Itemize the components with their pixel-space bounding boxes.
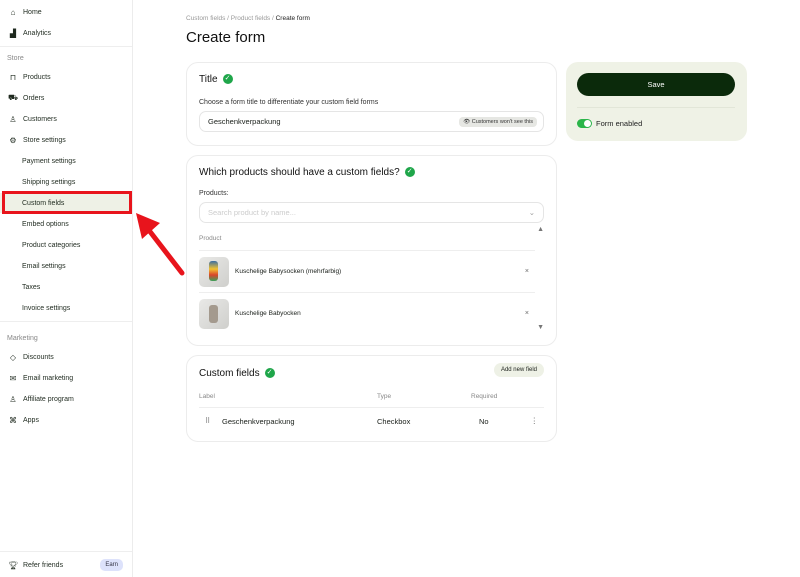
remove-product-button[interactable]: × bbox=[525, 310, 529, 317]
divider bbox=[0, 46, 132, 47]
save-button[interactable]: Save bbox=[577, 73, 735, 96]
hidden-badge: 👁︎ Customers won't see this bbox=[459, 117, 537, 127]
product-thumbnail bbox=[199, 298, 229, 329]
sidebar-item-orders[interactable]: ⛟ Orders bbox=[0, 88, 132, 108]
sidebar-item-discounts[interactable]: ◇ Discounts bbox=[0, 347, 132, 367]
breadcrumb-custom-fields[interactable]: Custom fields bbox=[186, 15, 225, 22]
scroll-down-icon[interactable]: ▼ bbox=[537, 324, 544, 331]
add-new-field-button[interactable]: Add new field bbox=[493, 363, 544, 377]
title-card: Title ✓ Choose a form title to differenti… bbox=[186, 62, 557, 146]
gear-icon: ⚙ bbox=[9, 135, 17, 145]
sidebar-item-products[interactable]: ⊓ Products bbox=[0, 67, 132, 87]
page-title: Create form bbox=[186, 29, 266, 46]
check-icon: ✓ bbox=[264, 368, 275, 379]
check-icon: ✓ bbox=[404, 167, 415, 178]
divider bbox=[0, 551, 132, 552]
product-column-header: Product bbox=[199, 235, 222, 242]
products-label: Products: bbox=[199, 190, 229, 197]
products-card: Which products should have a custom fiel… bbox=[186, 155, 557, 346]
section-store: Store bbox=[7, 55, 24, 62]
mail-icon: ✉ bbox=[9, 373, 17, 383]
sidebar-item-customers[interactable]: ♙ Customers bbox=[0, 109, 132, 129]
title-input[interactable]: Geschenkverpackung 👁︎ Customers won't se… bbox=[199, 111, 544, 132]
field-row[interactable]: ⠿ Geschenkverpackung Checkbox No ⋮ bbox=[199, 408, 544, 436]
product-search-input[interactable]: Search product by name... ⌄ bbox=[199, 202, 544, 223]
sidebar-item-email-marketing[interactable]: ✉ Email marketing bbox=[0, 368, 132, 388]
sidebar-item-affiliate-program[interactable]: ♙ Affiliate program bbox=[0, 389, 132, 409]
divider bbox=[0, 321, 132, 322]
chevron-down-icon: ⌄ bbox=[528, 208, 535, 217]
sidebar-item-store-settings[interactable]: ⚙ Store settings bbox=[0, 130, 132, 150]
breadcrumb-current: Create form bbox=[275, 15, 310, 22]
custom-fields-heading: Custom fields ✓ bbox=[199, 368, 275, 379]
trophy-icon: 🏆︎ bbox=[8, 560, 19, 570]
breadcrumb: Custom fields / Product fields / Create … bbox=[186, 15, 310, 22]
drag-handle-icon[interactable]: ⠿ bbox=[205, 417, 210, 425]
earn-badge: Earn bbox=[100, 559, 123, 571]
product-thumbnail bbox=[199, 256, 229, 287]
divider bbox=[577, 107, 735, 108]
sidebar-item-invoice-settings[interactable]: Invoice settings bbox=[0, 298, 132, 318]
user-plus-icon: ♙ bbox=[9, 394, 17, 404]
sidebar-item-apps[interactable]: ⌘ Apps bbox=[0, 410, 132, 430]
cart-icon: ⛟ bbox=[8, 93, 19, 102]
eye-off-icon: 👁︎ bbox=[463, 119, 472, 125]
more-options-icon[interactable]: ⋮ bbox=[531, 416, 539, 425]
sidebar-item-payment-settings[interactable]: Payment settings bbox=[0, 151, 132, 171]
tag-icon: ◇ bbox=[9, 352, 17, 362]
sidebar-item-email-settings[interactable]: Email settings bbox=[0, 256, 132, 276]
user-icon: ♙ bbox=[9, 114, 17, 124]
sidebar-item-analytics[interactable]: ▟ Analytics bbox=[0, 23, 132, 43]
breadcrumb-product-fields[interactable]: Product fields bbox=[231, 15, 270, 22]
sidebar-item-taxes[interactable]: Taxes bbox=[0, 277, 132, 297]
sidebar-item-embed-options[interactable]: Embed options bbox=[0, 214, 132, 234]
sidebar-item-shipping-settings[interactable]: Shipping settings bbox=[0, 172, 132, 192]
title-heading: Title ✓ bbox=[199, 74, 233, 85]
column-type: Type bbox=[377, 393, 392, 400]
form-enabled-toggle[interactable] bbox=[577, 119, 592, 128]
annotation-highlight-box bbox=[2, 191, 132, 214]
bag-icon: ⊓ bbox=[9, 72, 17, 82]
products-heading: Which products should have a custom fiel… bbox=[199, 167, 415, 178]
scroll-up-icon[interactable]: ▲ bbox=[537, 226, 544, 233]
custom-fields-card: Custom fields ✓ Add new field Label Type … bbox=[186, 355, 557, 442]
product-row: Kuschelige Babyocken × bbox=[199, 292, 535, 334]
annotation-arrow bbox=[136, 213, 185, 276]
sidebar: ⌂ Home ▟ Analytics Store ⊓ Products ⛟ Orders… bbox=[0, 0, 133, 577]
home-icon: ⌂ bbox=[10, 7, 16, 17]
column-required: Required bbox=[471, 393, 498, 400]
column-label: Label bbox=[199, 393, 215, 400]
remove-product-button[interactable]: × bbox=[525, 268, 529, 275]
apps-icon: ⌘ bbox=[9, 415, 17, 425]
check-icon: ✓ bbox=[222, 74, 233, 85]
section-marketing: Marketing bbox=[7, 335, 38, 342]
analytics-icon: ▟ bbox=[9, 28, 17, 38]
sidebar-item-product-categories[interactable]: Product categories bbox=[0, 235, 132, 255]
sidebar-item-home[interactable]: ⌂ Home bbox=[0, 2, 132, 22]
form-enabled-label: Form enabled bbox=[596, 119, 643, 128]
title-label: Choose a form title to differentiate you… bbox=[199, 99, 379, 106]
product-row: Kuschelige Babysocken (mehrfarbig) × bbox=[199, 250, 535, 292]
